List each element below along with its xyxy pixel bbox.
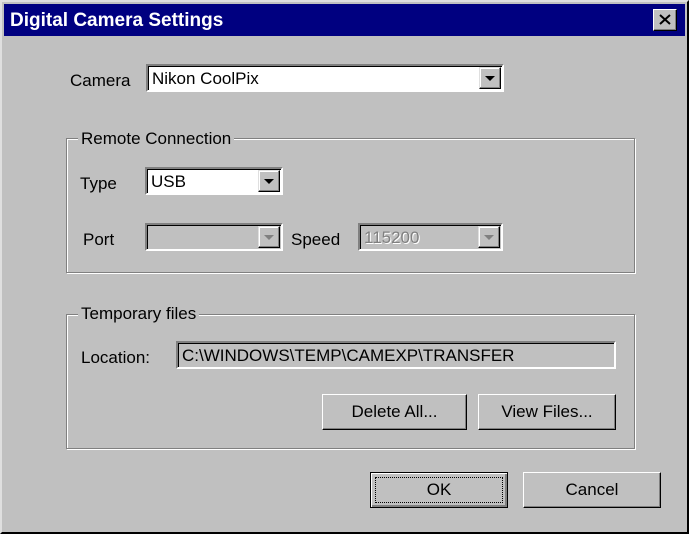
title-bar: Digital Camera Settings <box>4 4 685 36</box>
type-select-value: USB <box>151 172 186 191</box>
chevron-down-icon <box>264 179 274 184</box>
close-icon <box>659 14 671 25</box>
speed-select-value: 115200 <box>364 228 420 247</box>
type-dropdown-button[interactable] <box>258 170 280 192</box>
remote-connection-group <box>66 138 635 273</box>
port-label: Port <box>83 230 115 249</box>
focus-rectangle <box>375 477 503 503</box>
camera-label: Camera <box>70 71 131 90</box>
cancel-button[interactable]: Cancel <box>523 472 661 508</box>
temporary-files-title: Temporary files <box>78 304 200 324</box>
chevron-down-icon <box>264 235 274 240</box>
delete-all-label: Delete All... <box>351 402 438 421</box>
location-field[interactable]: C:\WINDOWS\TEMP\CAMEXP\TRANSFER <box>176 341 616 369</box>
camera-select-value: Nikon CoolPix <box>152 69 259 88</box>
ok-button[interactable]: OK <box>370 472 508 508</box>
port-select[interactable] <box>145 223 283 251</box>
type-label: Type <box>80 174 117 193</box>
window-title: Digital Camera Settings <box>10 10 224 31</box>
location-field-value: C:\WINDOWS\TEMP\CAMEXP\TRANSFER <box>182 346 515 365</box>
camera-select[interactable]: Nikon CoolPix <box>146 64 504 92</box>
port-dropdown-button[interactable] <box>258 226 280 248</box>
close-button[interactable] <box>653 9 677 31</box>
type-select[interactable]: USB <box>145 167 283 195</box>
speed-select[interactable]: 115200 <box>358 223 503 251</box>
view-files-label: View Files... <box>501 402 593 421</box>
chevron-down-icon <box>485 76 495 81</box>
remote-connection-title: Remote Connection <box>78 129 235 149</box>
cancel-label: Cancel <box>565 480 619 499</box>
dialog-window: Digital Camera Settings Camera Nikon Coo… <box>0 0 689 534</box>
camera-dropdown-button[interactable] <box>479 67 501 89</box>
speed-dropdown-button[interactable] <box>478 226 500 248</box>
delete-all-button[interactable]: Delete All... <box>322 394 467 430</box>
chevron-down-icon <box>484 235 494 240</box>
location-label: Location: <box>81 348 150 367</box>
view-files-button[interactable]: View Files... <box>478 394 616 430</box>
speed-label: Speed <box>291 230 341 249</box>
